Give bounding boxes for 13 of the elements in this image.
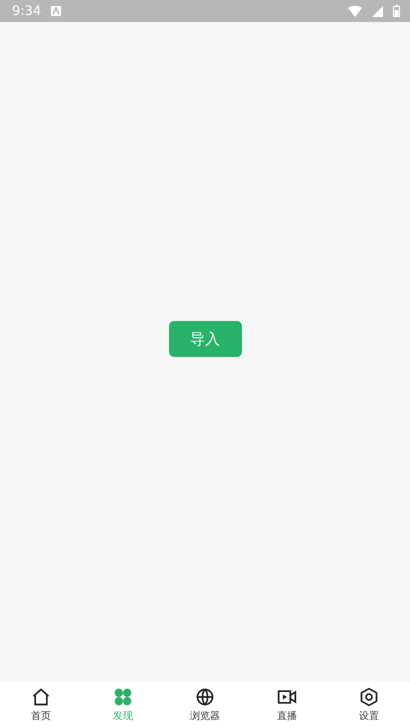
nav-tab[interactable]: 首页 [0, 682, 82, 728]
status-time: 9:34 [12, 4, 42, 18]
settings-icon [359, 687, 379, 707]
signal-icon [372, 6, 383, 16]
nav-tab[interactable]: 设置 [328, 682, 410, 728]
home-icon [31, 687, 51, 707]
globe-icon [195, 687, 215, 707]
nav-tab[interactable]: 浏览器 [164, 682, 246, 728]
clover-icon [113, 687, 133, 707]
nav-tab[interactable]: 直播 [246, 682, 328, 728]
wifi-icon [348, 6, 362, 16]
battery-icon [393, 5, 400, 17]
notification-icon [51, 6, 62, 16]
